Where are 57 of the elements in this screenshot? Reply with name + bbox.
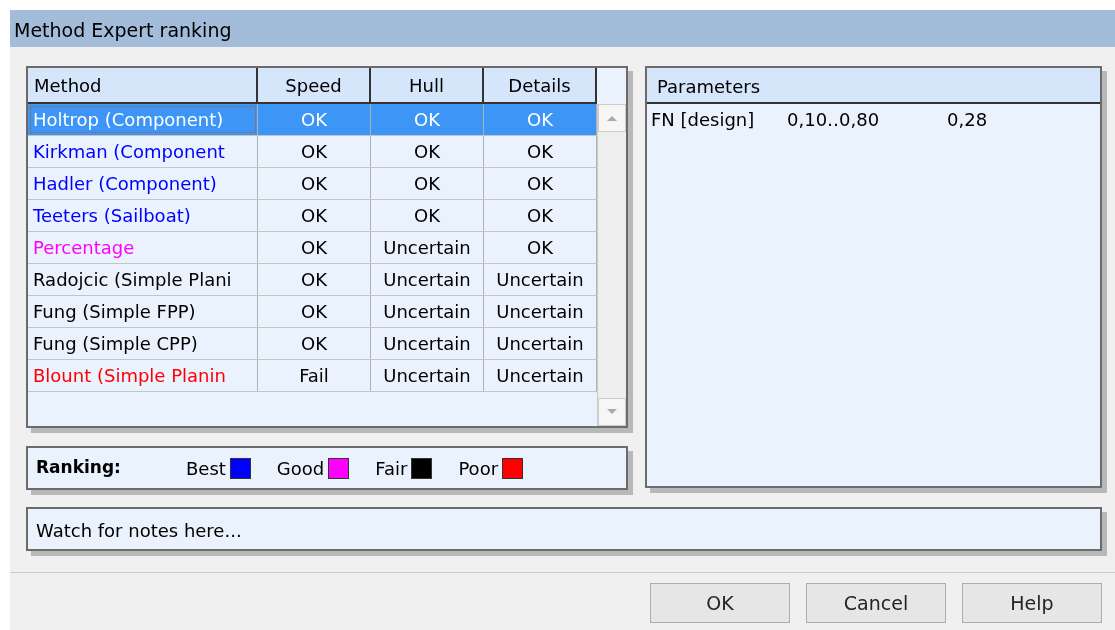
- table-cell: Radojcic (Simple Plani: [28, 264, 258, 295]
- scrollbar[interactable]: [597, 104, 626, 426]
- table-cell: OK: [258, 200, 371, 231]
- parameter-value: 0,28: [947, 108, 988, 132]
- table-cell: Holtrop (Component): [28, 104, 258, 135]
- legend-label: Best: [186, 456, 226, 481]
- table-cell: Hadler (Component): [28, 168, 258, 199]
- table-row[interactable]: Blount (Simple Planin Fail Uncertain Uncertain: [28, 360, 598, 392]
- dialog-button[interactable]: Help: [962, 583, 1102, 623]
- table-row[interactable]: Kirkman (Component OK OK OK: [28, 136, 598, 168]
- parameter-name: FN [design]: [651, 108, 756, 132]
- table-cell: Fung (Simple FPP): [28, 296, 258, 327]
- ranking-label: Ranking:: [36, 456, 122, 480]
- table-row[interactable]: Hadler (Component) OK OK OK: [28, 168, 598, 200]
- parameter-range: 0,10‥0,80: [787, 108, 881, 132]
- scroll-down-button[interactable]: [598, 398, 626, 426]
- table-cell: OK: [258, 264, 371, 295]
- table-cell: OK: [258, 168, 371, 199]
- legend-label: Fair: [375, 456, 408, 481]
- column-header[interactable]: Details: [484, 68, 597, 102]
- table-cell: OK: [371, 200, 484, 231]
- table-cell: OK: [371, 168, 484, 199]
- column-header[interactable]: Method: [28, 68, 258, 102]
- panel-header: Parameters: [647, 68, 1100, 104]
- column-header[interactable]: Speed: [258, 68, 371, 102]
- table-cell: Kirkman (Component: [28, 136, 258, 167]
- table-cell: Fail: [258, 360, 371, 391]
- legend-label: Good: [276, 456, 325, 481]
- table-cell: Fung (Simple CPP): [28, 328, 258, 359]
- column-header[interactable]: Hull: [371, 68, 484, 102]
- table-cell: OK: [258, 232, 371, 263]
- table-row[interactable]: Fung (Simple FPP) OK Uncertain Uncertain: [28, 296, 598, 328]
- table-cell: OK: [258, 104, 371, 135]
- table-row[interactable]: Radojcic (Simple Plani OK Uncertain Uncertain: [28, 264, 598, 296]
- table-cell: Uncertain: [371, 296, 484, 327]
- table-cell: Blount (Simple Planin: [28, 360, 258, 391]
- dialog-button[interactable]: Cancel: [806, 583, 946, 623]
- table-cell: Uncertain: [371, 232, 484, 263]
- legend-label: Poor: [458, 456, 499, 481]
- table-cell: Percentage: [28, 232, 258, 263]
- table-cell: OK: [371, 104, 484, 135]
- table-cell: OK: [258, 328, 371, 359]
- table-cell: Teeters (Sailboat): [28, 200, 258, 231]
- table-row[interactable]: Percentage OK Uncertain OK: [28, 232, 598, 264]
- table-cell: Uncertain: [371, 328, 484, 359]
- scroll-up-button[interactable]: [598, 104, 626, 132]
- table-row[interactable]: Teeters (Sailboat) OK OK OK: [28, 200, 598, 232]
- table-cell: OK: [258, 296, 371, 327]
- table-cell: OK: [371, 136, 484, 167]
- dialog-button[interactable]: OK: [650, 583, 790, 623]
- down-arrow-icon: [606, 408, 619, 416]
- table-cell: Uncertain: [371, 264, 484, 295]
- table-row[interactable]: Fung (Simple CPP) OK Uncertain Uncertain: [28, 328, 598, 360]
- table-cell: Uncertain: [371, 360, 484, 391]
- up-arrow-icon: [606, 114, 619, 122]
- table-cell: OK: [258, 136, 371, 167]
- window-title: Method Expert ranking: [10, 10, 1115, 47]
